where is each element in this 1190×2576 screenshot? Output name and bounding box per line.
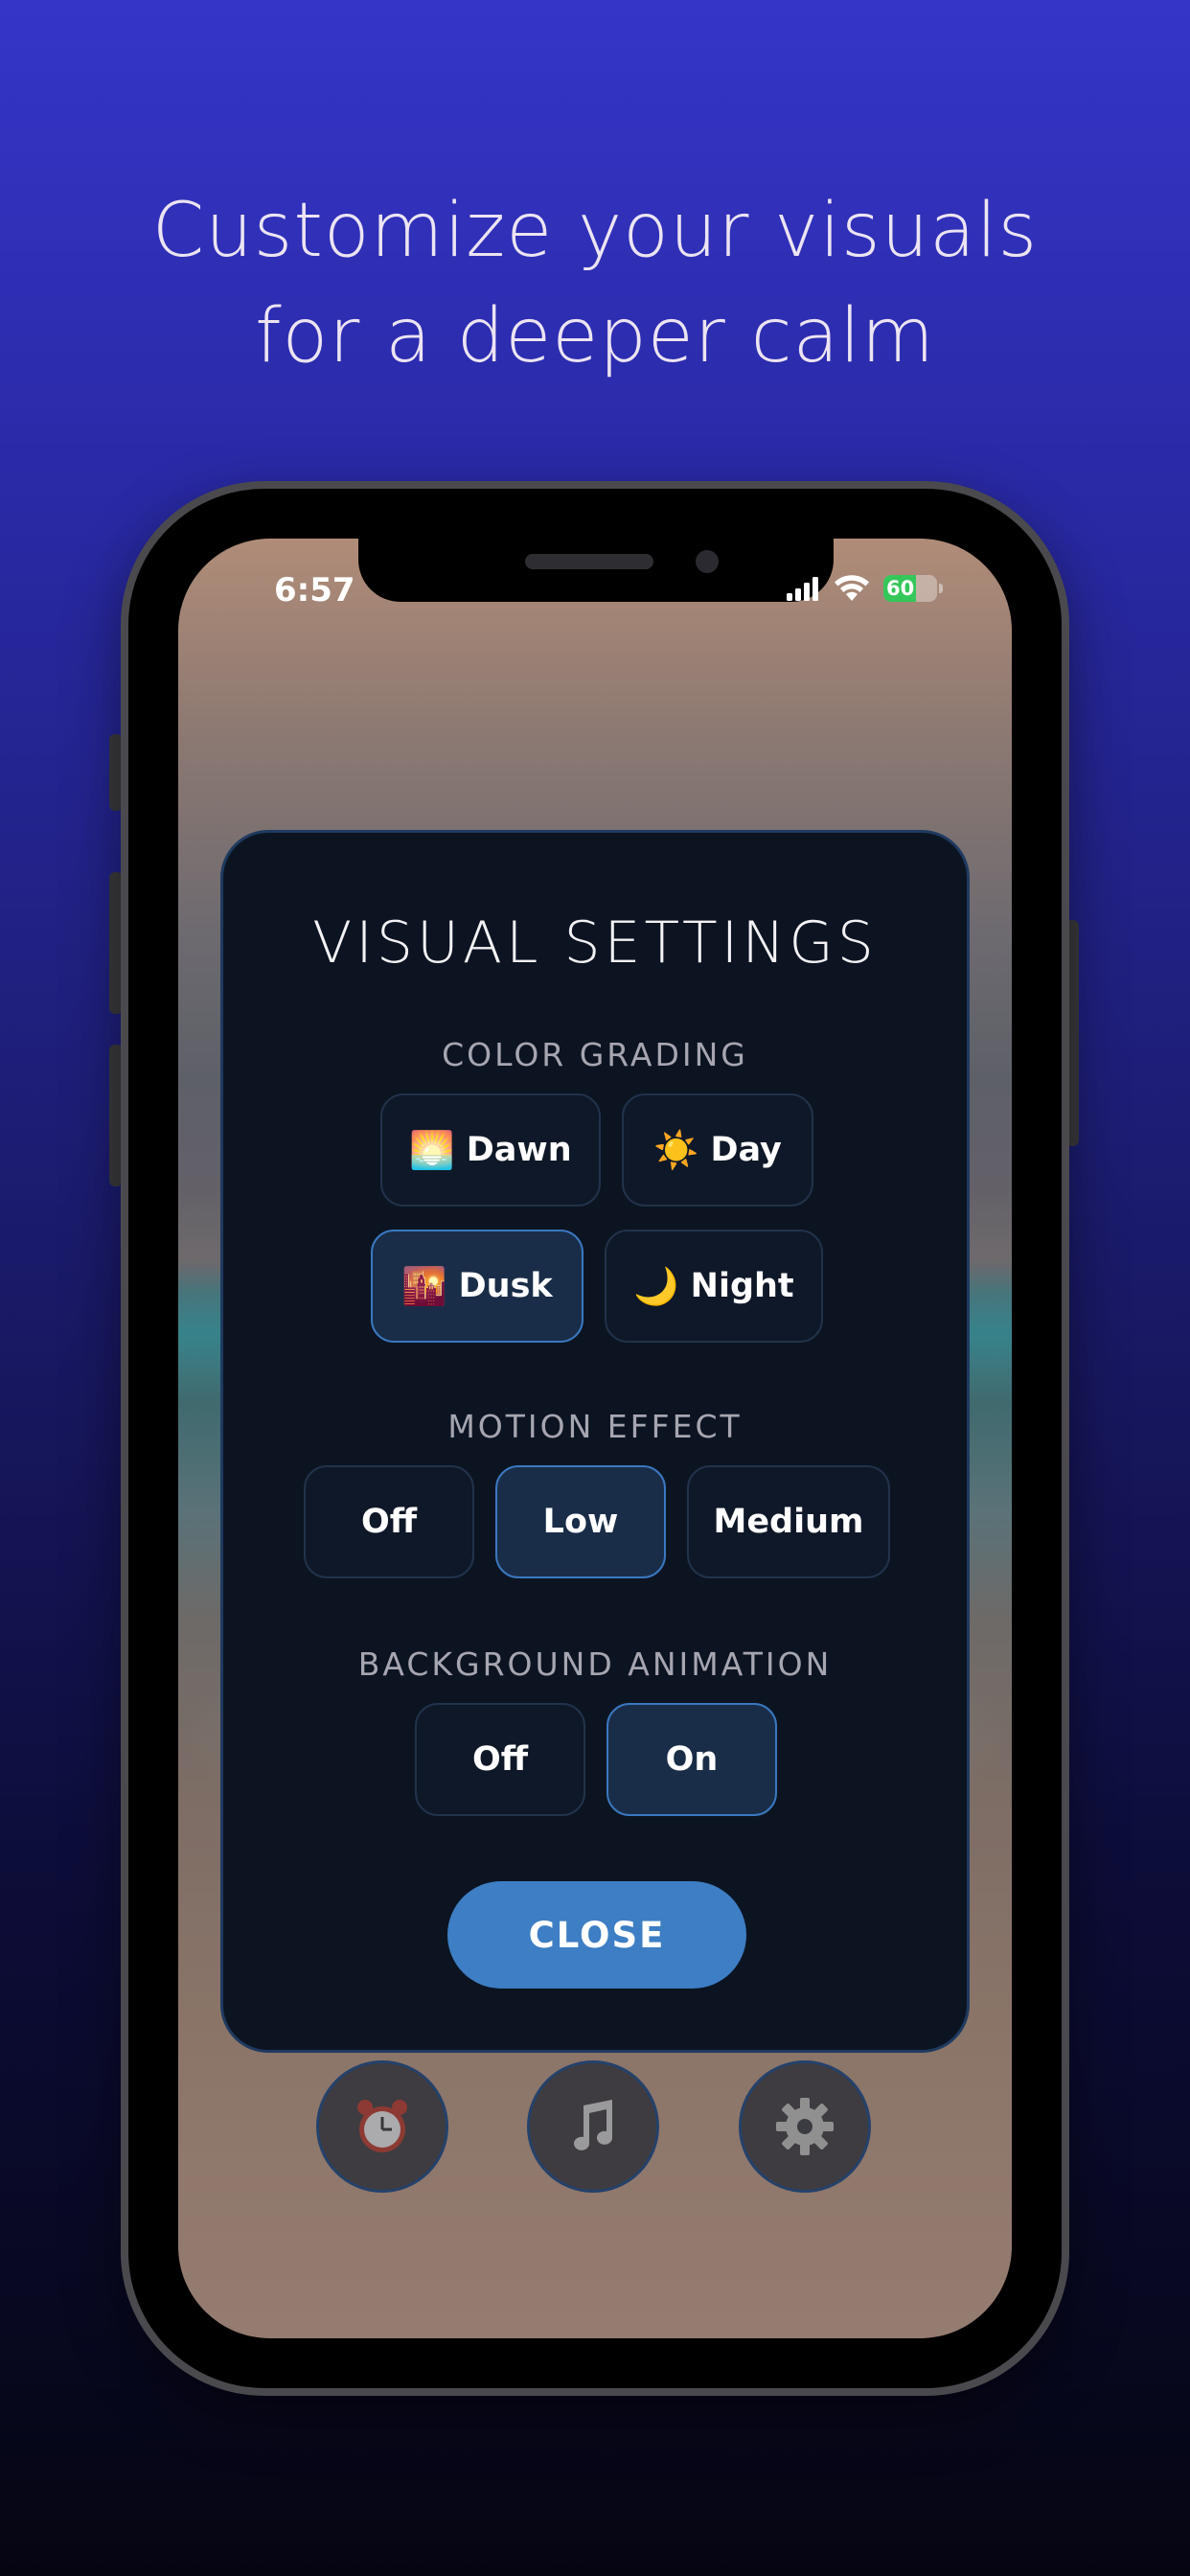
status-time: 6:57 <box>274 571 355 610</box>
sun-icon: ☀️ <box>653 1128 699 1171</box>
close-button[interactable]: CLOSE <box>447 1881 746 1989</box>
city-sunset-icon: 🌇 <box>401 1264 447 1307</box>
status-indicators: 60 <box>786 575 943 602</box>
color-grading-label: COLOR GRADING <box>442 1036 748 1073</box>
phone-front-camera <box>696 550 719 573</box>
battery-tip <box>939 584 943 593</box>
option-label: Dusk <box>458 1267 553 1305</box>
motion-effect-medium-button[interactable]: Medium <box>687 1465 890 1578</box>
marketing-headline: Customize your visuals for a deeper calm <box>0 178 1190 389</box>
option-label: Dawn <box>466 1131 572 1169</box>
background-animation-on-button[interactable]: On <box>606 1703 777 1816</box>
cellular-signal-icon <box>787 577 818 601</box>
option-label: Medium <box>713 1503 864 1541</box>
option-label: Low <box>542 1503 619 1541</box>
motion-effect-low-button[interactable]: Low <box>495 1465 666 1578</box>
gear-icon <box>776 2098 834 2155</box>
music-button[interactable] <box>527 2060 659 2193</box>
background-animation-off-button[interactable]: Off <box>415 1703 585 1816</box>
color-grading-dusk-button[interactable]: 🌇 Dusk <box>371 1230 584 1343</box>
headline-line-2: for a deeper calm <box>255 293 935 380</box>
headline-line-1: Customize your visuals <box>151 188 1039 274</box>
color-grading-day-button[interactable]: ☀️ Day <box>622 1093 813 1207</box>
modal-title: VISUAL SETTINGS <box>312 909 878 977</box>
settings-button[interactable] <box>739 2060 871 2193</box>
sunrise-icon: 🌅 <box>409 1128 455 1171</box>
battery-charging-icon: 60 <box>883 575 937 602</box>
option-label: Day <box>710 1131 782 1169</box>
motion-effect-off-button[interactable]: Off <box>304 1465 474 1578</box>
motion-effect-label: MOTION EFFECT <box>447 1408 743 1445</box>
option-label: Night <box>690 1267 794 1305</box>
color-grading-night-button[interactable]: 🌙 Night <box>605 1230 823 1343</box>
alarm-button[interactable] <box>316 2060 448 2193</box>
music-note-icon <box>574 2100 612 2150</box>
option-label: On <box>665 1740 719 1779</box>
phone-speaker <box>525 554 653 569</box>
alarm-clock-icon <box>357 2100 407 2152</box>
option-label: Off <box>360 1503 418 1541</box>
crescent-moon-icon: 🌙 <box>633 1264 679 1307</box>
color-grading-dawn-button[interactable]: 🌅 Dawn <box>380 1093 601 1207</box>
battery-level: 60 <box>886 577 915 600</box>
visual-settings-modal: VISUAL SETTINGS COLOR GRADING 🌅 Dawn ☀️ … <box>220 830 970 2053</box>
option-label: Off <box>471 1740 529 1779</box>
background-animation-label: BACKGROUND ANIMATION <box>357 1645 833 1683</box>
wifi-icon <box>835 575 869 601</box>
